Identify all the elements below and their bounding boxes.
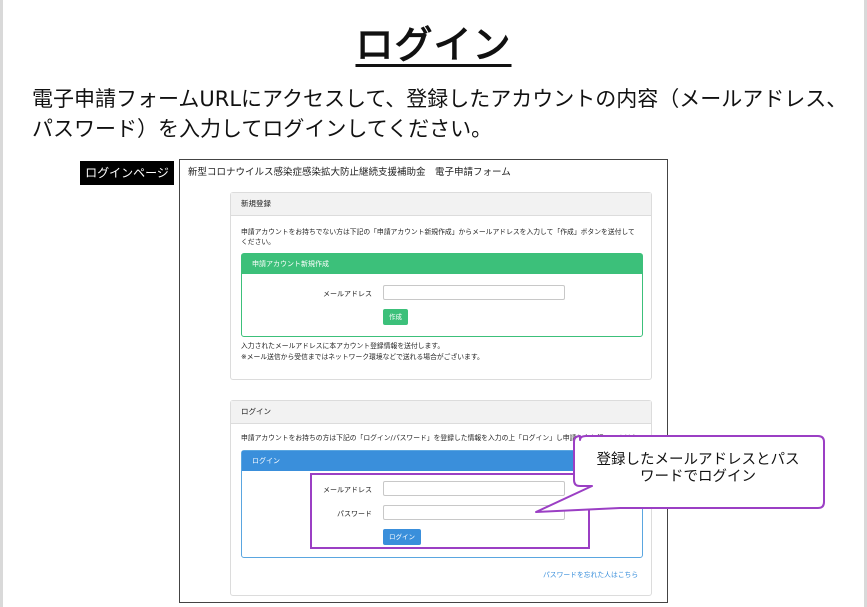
register-panel-title: 申請アカウント新規作成 bbox=[242, 254, 642, 274]
form-header-title: 新型コロナウイルス感染症感染拡大防止継続支援補助金 電子申請フォーム bbox=[188, 167, 511, 178]
register-card: 新規登録 申請アカウントをお持ちでない方は下記の「申請アカウント新規作成」からメ… bbox=[230, 192, 652, 380]
forgot-password-link[interactable]: パスワードを忘れた人はこちら bbox=[543, 569, 638, 579]
callout-text: 登録したメールアドレスとパス ワードでログイン bbox=[580, 452, 816, 486]
register-email-input[interactable] bbox=[383, 285, 565, 300]
instruction-text: 電子申請フォームURLにアクセスして、登録したアカウントの内容（メールアドレス、… bbox=[32, 87, 848, 141]
page-label: ログインページ bbox=[80, 161, 174, 185]
register-note-2: ※メール送信から受信まではネットワーク環境などで送れる場合がございます。 bbox=[241, 353, 484, 361]
register-card-heading: 新規登録 bbox=[231, 193, 651, 216]
register-description: 申請アカウントをお持ちでない方は下記の「申請アカウント新規作成」からメールアドレ… bbox=[241, 228, 635, 246]
create-button[interactable]: 作成 bbox=[383, 309, 408, 325]
register-panel: 申請アカウント新規作成 メールアドレス 作成 bbox=[241, 253, 643, 337]
callout-line-1: 登録したメールアドレスとパス bbox=[596, 452, 800, 468]
register-note-1: 入力されたメールアドレスに本アカウント登録情報を送付します。 bbox=[241, 342, 445, 350]
login-card-heading: ログイン bbox=[231, 401, 651, 424]
slide-title-text: ログイン bbox=[355, 23, 512, 67]
register-email-label: メールアドレス bbox=[323, 290, 372, 298]
slide-edge bbox=[0, 0, 3, 607]
slide-title: ログイン bbox=[0, 14, 867, 69]
callout-line-2: ワードでログイン bbox=[640, 469, 756, 485]
